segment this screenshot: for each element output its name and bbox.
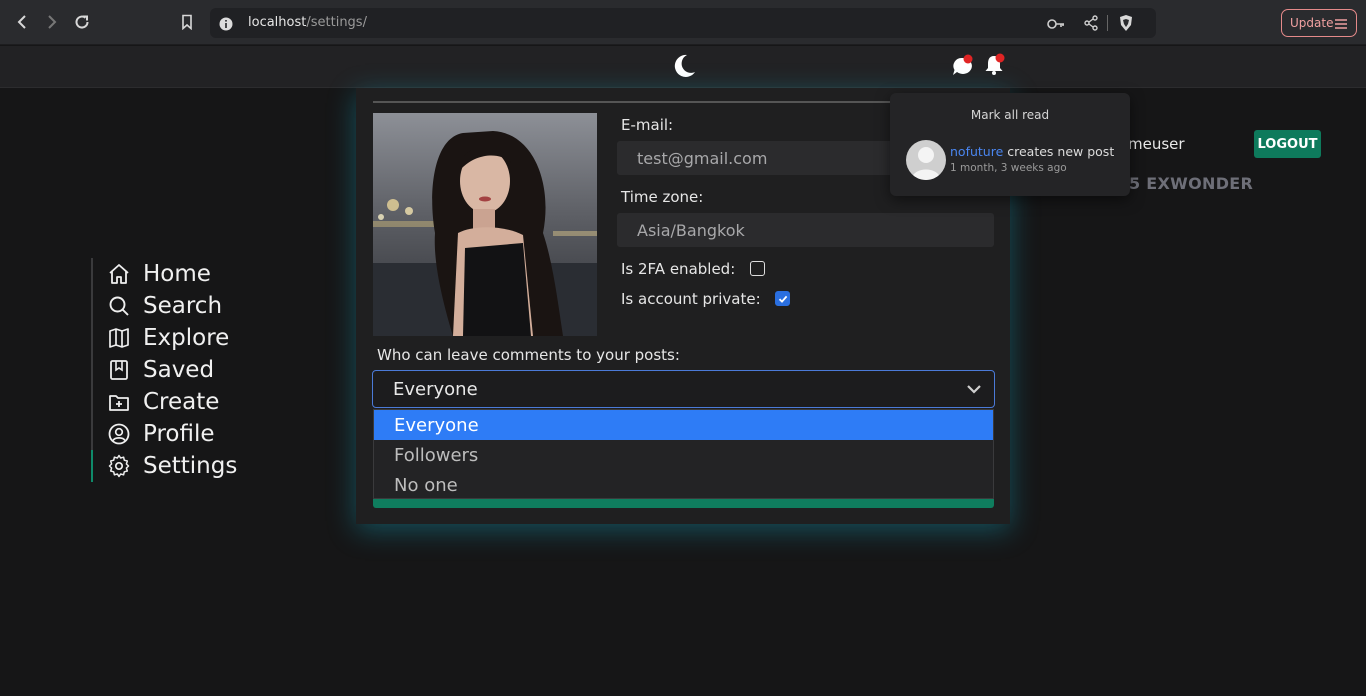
key-icon[interactable] <box>1047 16 1065 35</box>
timezone-value: Asia/Bangkok <box>637 220 745 240</box>
bell-icon[interactable] <box>982 52 1008 82</box>
brand-text: 5 EXWONDER <box>1129 174 1254 193</box>
brave-shield-icon[interactable] <box>1118 14 1134 36</box>
url-path: /settings/ <box>306 15 367 30</box>
browser-toolbar: localhost/settings/ Update <box>0 0 1366 45</box>
twofa-checkbox[interactable] <box>750 261 765 276</box>
sidebar-item-settings[interactable]: Settings <box>107 450 237 482</box>
map-icon <box>109 328 129 348</box>
chevron-down-icon <box>967 385 981 394</box>
bookmark-icon <box>110 360 128 380</box>
url-text: localhost/settings/ <box>248 15 367 30</box>
menu-icon <box>1335 19 1347 29</box>
option-everyone[interactable]: Everyone <box>374 410 993 440</box>
email-value: test@gmail.com <box>637 148 768 168</box>
gear-icon <box>108 454 130 478</box>
check-icon <box>778 295 787 303</box>
moon-icon[interactable] <box>670 53 697 84</box>
user-circle-icon <box>108 423 130 445</box>
comments-label: Who can leave comments to your posts: <box>377 346 680 364</box>
home-icon <box>109 264 129 284</box>
app-header <box>0 46 1366 88</box>
notifications-popup: Mark all read nofuture creates new post … <box>890 93 1130 196</box>
option-followers[interactable]: Followers <box>374 440 993 470</box>
notification-time: 1 month, 3 weeks ago <box>950 162 1067 174</box>
avatar[interactable] <box>906 140 946 180</box>
sidebar-item-saved[interactable]: Saved <box>107 354 214 386</box>
sidebar-item-profile[interactable]: Profile <box>107 418 215 450</box>
comments-dropdown: Everyone Followers No one <box>373 409 994 499</box>
sidebar-item-label: Explore <box>143 325 230 351</box>
option-no-one[interactable]: No one <box>374 470 993 500</box>
sidebar-item-search[interactable]: Search <box>107 290 222 322</box>
url-host: localhost <box>248 15 307 30</box>
timezone-label: Time zone: <box>621 188 704 206</box>
forward-icon[interactable] <box>42 12 62 32</box>
save-button[interactable] <box>373 499 994 508</box>
sidebar-item-home[interactable]: Home <box>107 258 211 290</box>
bookmark-icon[interactable] <box>177 12 197 32</box>
notification-user[interactable]: nofuture <box>950 144 1003 159</box>
sidebar-item-create[interactable]: Create <box>107 386 219 418</box>
select-value: Everyone <box>393 378 478 400</box>
private-checkbox[interactable] <box>775 291 790 306</box>
notification-text: creates new post <box>1003 144 1115 159</box>
folder-plus-icon <box>109 395 129 411</box>
timezone-field[interactable]: Asia/Bangkok <box>617 213 994 247</box>
sidebar-item-label: Create <box>143 389 220 415</box>
chat-icon[interactable] <box>950 53 976 83</box>
reload-icon[interactable] <box>72 12 92 32</box>
username[interactable]: meuser <box>1128 135 1185 153</box>
logout-button[interactable]: LOGOUT <box>1254 130 1321 158</box>
divider <box>1107 15 1108 31</box>
sidebar-item-label: Search <box>143 293 223 319</box>
profile-photo[interactable] <box>373 113 597 336</box>
active-indicator <box>91 450 93 482</box>
sidebar-item-label: Profile <box>143 421 215 447</box>
comments-select[interactable]: Everyone <box>372 370 995 408</box>
sidebar-item-label: Saved <box>143 357 215 383</box>
mark-all-read-button[interactable]: Mark all read <box>890 108 1130 122</box>
private-label: Is account private: <box>621 290 761 308</box>
sidebar-nav: Home Search Explore Saved Create Profile… <box>91 258 271 482</box>
sidebar-item-label: Settings <box>143 453 238 479</box>
twofa-label: Is 2FA enabled: <box>621 260 736 278</box>
update-button[interactable]: Update <box>1281 9 1357 37</box>
sidebar-item-explore[interactable]: Explore <box>107 322 229 354</box>
info-icon[interactable] <box>219 16 233 35</box>
update-label: Update <box>1290 16 1334 30</box>
share-icon[interactable] <box>1083 15 1099 35</box>
email-label: E-mail: <box>621 116 674 134</box>
notification-item[interactable]: nofuture creates new post <box>950 144 1114 159</box>
search-icon <box>109 296 129 316</box>
back-icon[interactable] <box>12 12 32 32</box>
address-bar[interactable]: localhost/settings/ <box>210 8 1156 38</box>
sidebar-item-label: Home <box>143 261 211 287</box>
